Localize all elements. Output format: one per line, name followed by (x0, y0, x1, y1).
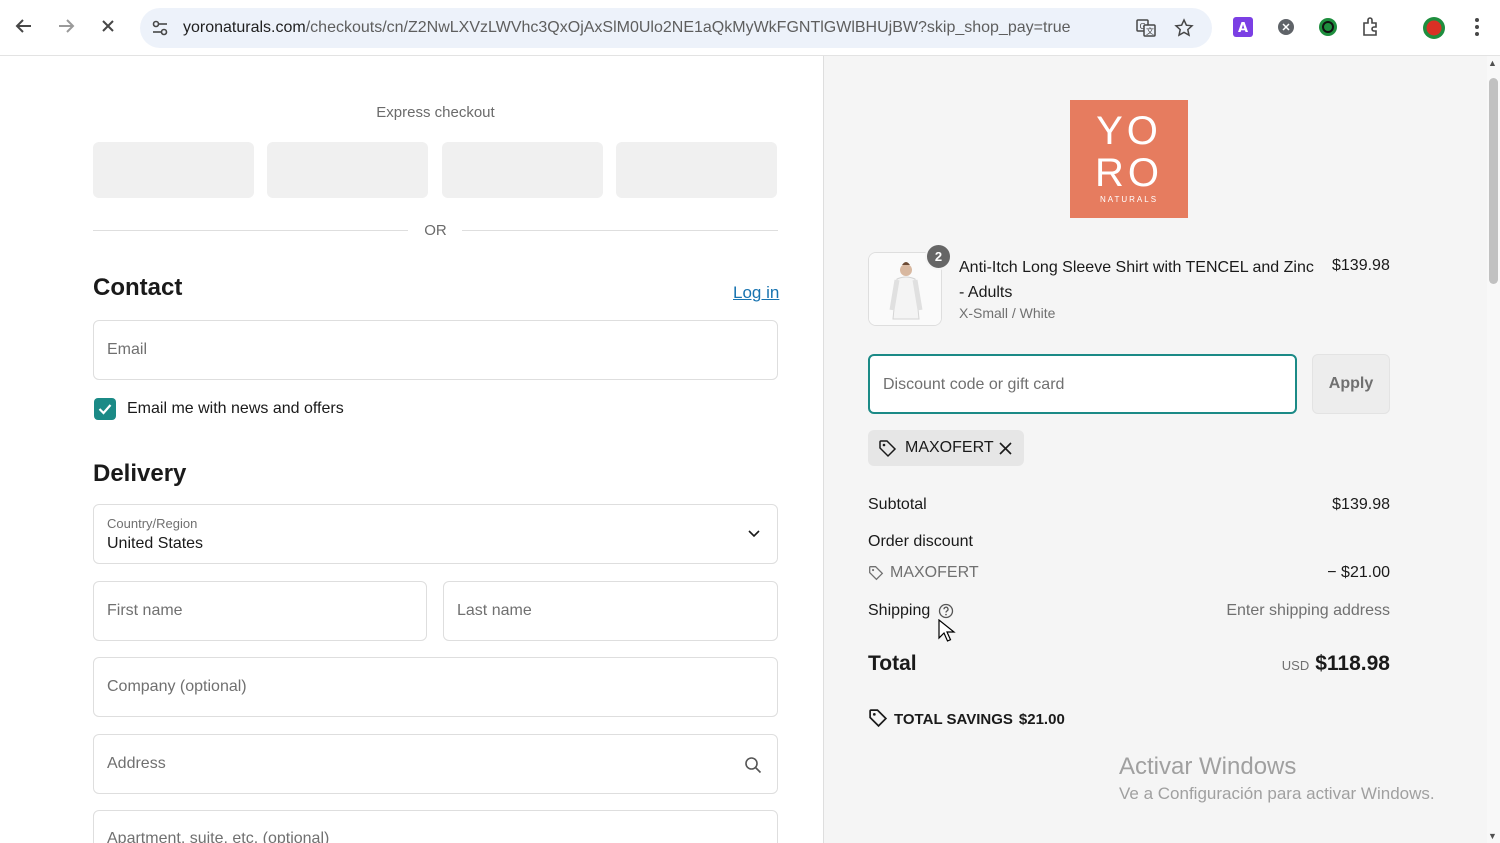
store-logo[interactable]: YO RO NATURALS (1070, 100, 1188, 218)
email-placeholder: Email (107, 341, 148, 358)
company-field[interactable]: Company (optional) (93, 657, 778, 717)
svg-text:A: A (1238, 21, 1248, 36)
address-field[interactable]: Address (93, 734, 778, 794)
express-pay-button-3[interactable] (442, 142, 603, 198)
discount-value: − $21.00 (1327, 564, 1390, 581)
remove-discount-icon[interactable] (999, 442, 1012, 455)
subtotal-label: Subtotal (868, 496, 927, 513)
windows-watermark-subtitle: Ve a Configuración para activar Windows. (1119, 784, 1435, 803)
last-name-placeholder: Last name (457, 602, 532, 619)
country-select[interactable]: Country/Region United States (93, 504, 778, 564)
forward-icon[interactable] (54, 14, 78, 38)
express-pay-button-2[interactable] (267, 142, 428, 198)
last-name-field[interactable]: Last name (443, 581, 778, 641)
order-discount-row: Order discount (868, 533, 1390, 551)
star-icon[interactable] (1174, 18, 1194, 38)
quantity-badge: 2 (925, 243, 952, 270)
first-name-placeholder: First name (107, 602, 183, 619)
total-value: $118.98 (1315, 652, 1390, 675)
logo-text-middle: RO (1095, 151, 1163, 195)
help-icon[interactable] (938, 603, 954, 619)
svg-text:文: 文 (1146, 26, 1154, 36)
or-divider: OR (93, 220, 778, 240)
savings-value: $21.00 (1018, 711, 1065, 728)
express-checkout-title: Express checkout (376, 104, 495, 121)
chevron-down-icon (748, 530, 760, 538)
savings-tag-icon (869, 709, 888, 728)
extension-a-icon[interactable]: A (1232, 16, 1254, 38)
email-field[interactable]: Email (93, 320, 778, 380)
windows-watermark-title: Activar Windows (1119, 753, 1297, 780)
login-link[interactable]: Log in (733, 283, 779, 303)
checkout-form: Express checkout OR Contact Log in Email… (0, 56, 823, 843)
applied-discount-chip: MAXOFERT (868, 430, 1024, 466)
discount-code-label: MAXOFERT (890, 564, 979, 581)
translate-icon[interactable]: G文 (1136, 18, 1156, 38)
back-icon[interactable] (12, 14, 36, 38)
newsletter-label: Email me with news and offers (127, 400, 344, 417)
shipping-value: Enter shipping address (1226, 602, 1390, 619)
tag-icon (879, 440, 897, 458)
product-price: $139.98 (1332, 257, 1390, 274)
page-scrollbar[interactable]: ▲ ▼ (1487, 56, 1500, 843)
country-value: United States (107, 535, 204, 552)
applied-code-text: MAXOFERT (905, 439, 994, 456)
stop-icon[interactable] (96, 14, 120, 38)
search-icon[interactable] (744, 756, 762, 774)
apply-button[interactable]: Apply (1312, 354, 1390, 414)
country-label: Country/Region (107, 516, 198, 531)
express-pay-button-1[interactable] (93, 142, 254, 198)
menu-icon[interactable] (1466, 16, 1488, 38)
product-variant: X-Small / White (959, 305, 1056, 321)
delivery-heading: Delivery (93, 460, 187, 487)
site-info-icon[interactable] (150, 18, 170, 38)
apartment-field[interactable]: Apartment, suite, etc. (optional) (93, 810, 778, 843)
browser-toolbar: yoronaturals.com/checkouts/cn/Z2NwLXVzLW… (0, 0, 1500, 56)
scroll-up-icon[interactable]: ▲ (1488, 58, 1497, 68)
shipping-row: Shipping Enter shipping address (868, 602, 1390, 620)
first-name-field[interactable]: First name (93, 581, 427, 641)
discount-code-input[interactable]: Discount code or gift card (868, 354, 1297, 414)
total-savings: TOTAL SAVINGS $21.00 (868, 708, 1065, 728)
checkmark-icon (98, 404, 112, 415)
logo-text-top: YO (1096, 109, 1162, 153)
profile-avatar-icon[interactable] (1422, 16, 1445, 39)
tag-icon (869, 566, 884, 581)
product-name: Anti-Itch Long Sleeve Shirt with TENCEL … (959, 259, 1314, 301)
savings-label: TOTAL SAVINGS (894, 711, 1013, 728)
total-row: Total USD $118.98 (868, 652, 1390, 682)
extension-circle-icon[interactable] (1275, 16, 1297, 38)
order-summary: YO RO NATURALS 2 Anti-Itch Long Sleeve S… (823, 56, 1487, 843)
scroll-down-icon[interactable]: ▼ (1488, 831, 1497, 841)
discount-placeholder: Discount code or gift card (883, 376, 1065, 393)
mouse-cursor-icon (938, 619, 956, 642)
scrollbar-thumb[interactable] (1489, 78, 1498, 284)
express-pay-button-4[interactable] (616, 142, 777, 198)
address-bar[interactable]: yoronaturals.com/checkouts/cn/Z2NwLXVzLW… (140, 8, 1212, 48)
extension-green-icon[interactable] (1317, 16, 1339, 38)
logo-text-bottom: NATURALS (1099, 195, 1159, 204)
shipping-label: Shipping (868, 602, 931, 619)
order-discount-label: Order discount (868, 533, 973, 550)
total-currency: USD (1281, 658, 1310, 673)
extensions-puzzle-icon[interactable] (1360, 16, 1382, 38)
subtotal-value: $139.98 (1332, 496, 1390, 513)
company-placeholder: Company (optional) (107, 678, 247, 695)
contact-heading: Contact (93, 274, 183, 301)
url-text[interactable]: yoronaturals.com/checkouts/cn/Z2NwLXVzLW… (183, 19, 1071, 37)
subtotal-row: Subtotal $139.98 (868, 496, 1390, 514)
total-label: Total (868, 652, 917, 675)
apartment-placeholder: Apartment, suite, etc. (optional) (107, 830, 330, 843)
address-placeholder: Address (107, 755, 166, 772)
newsletter-checkbox[interactable] (94, 398, 116, 420)
